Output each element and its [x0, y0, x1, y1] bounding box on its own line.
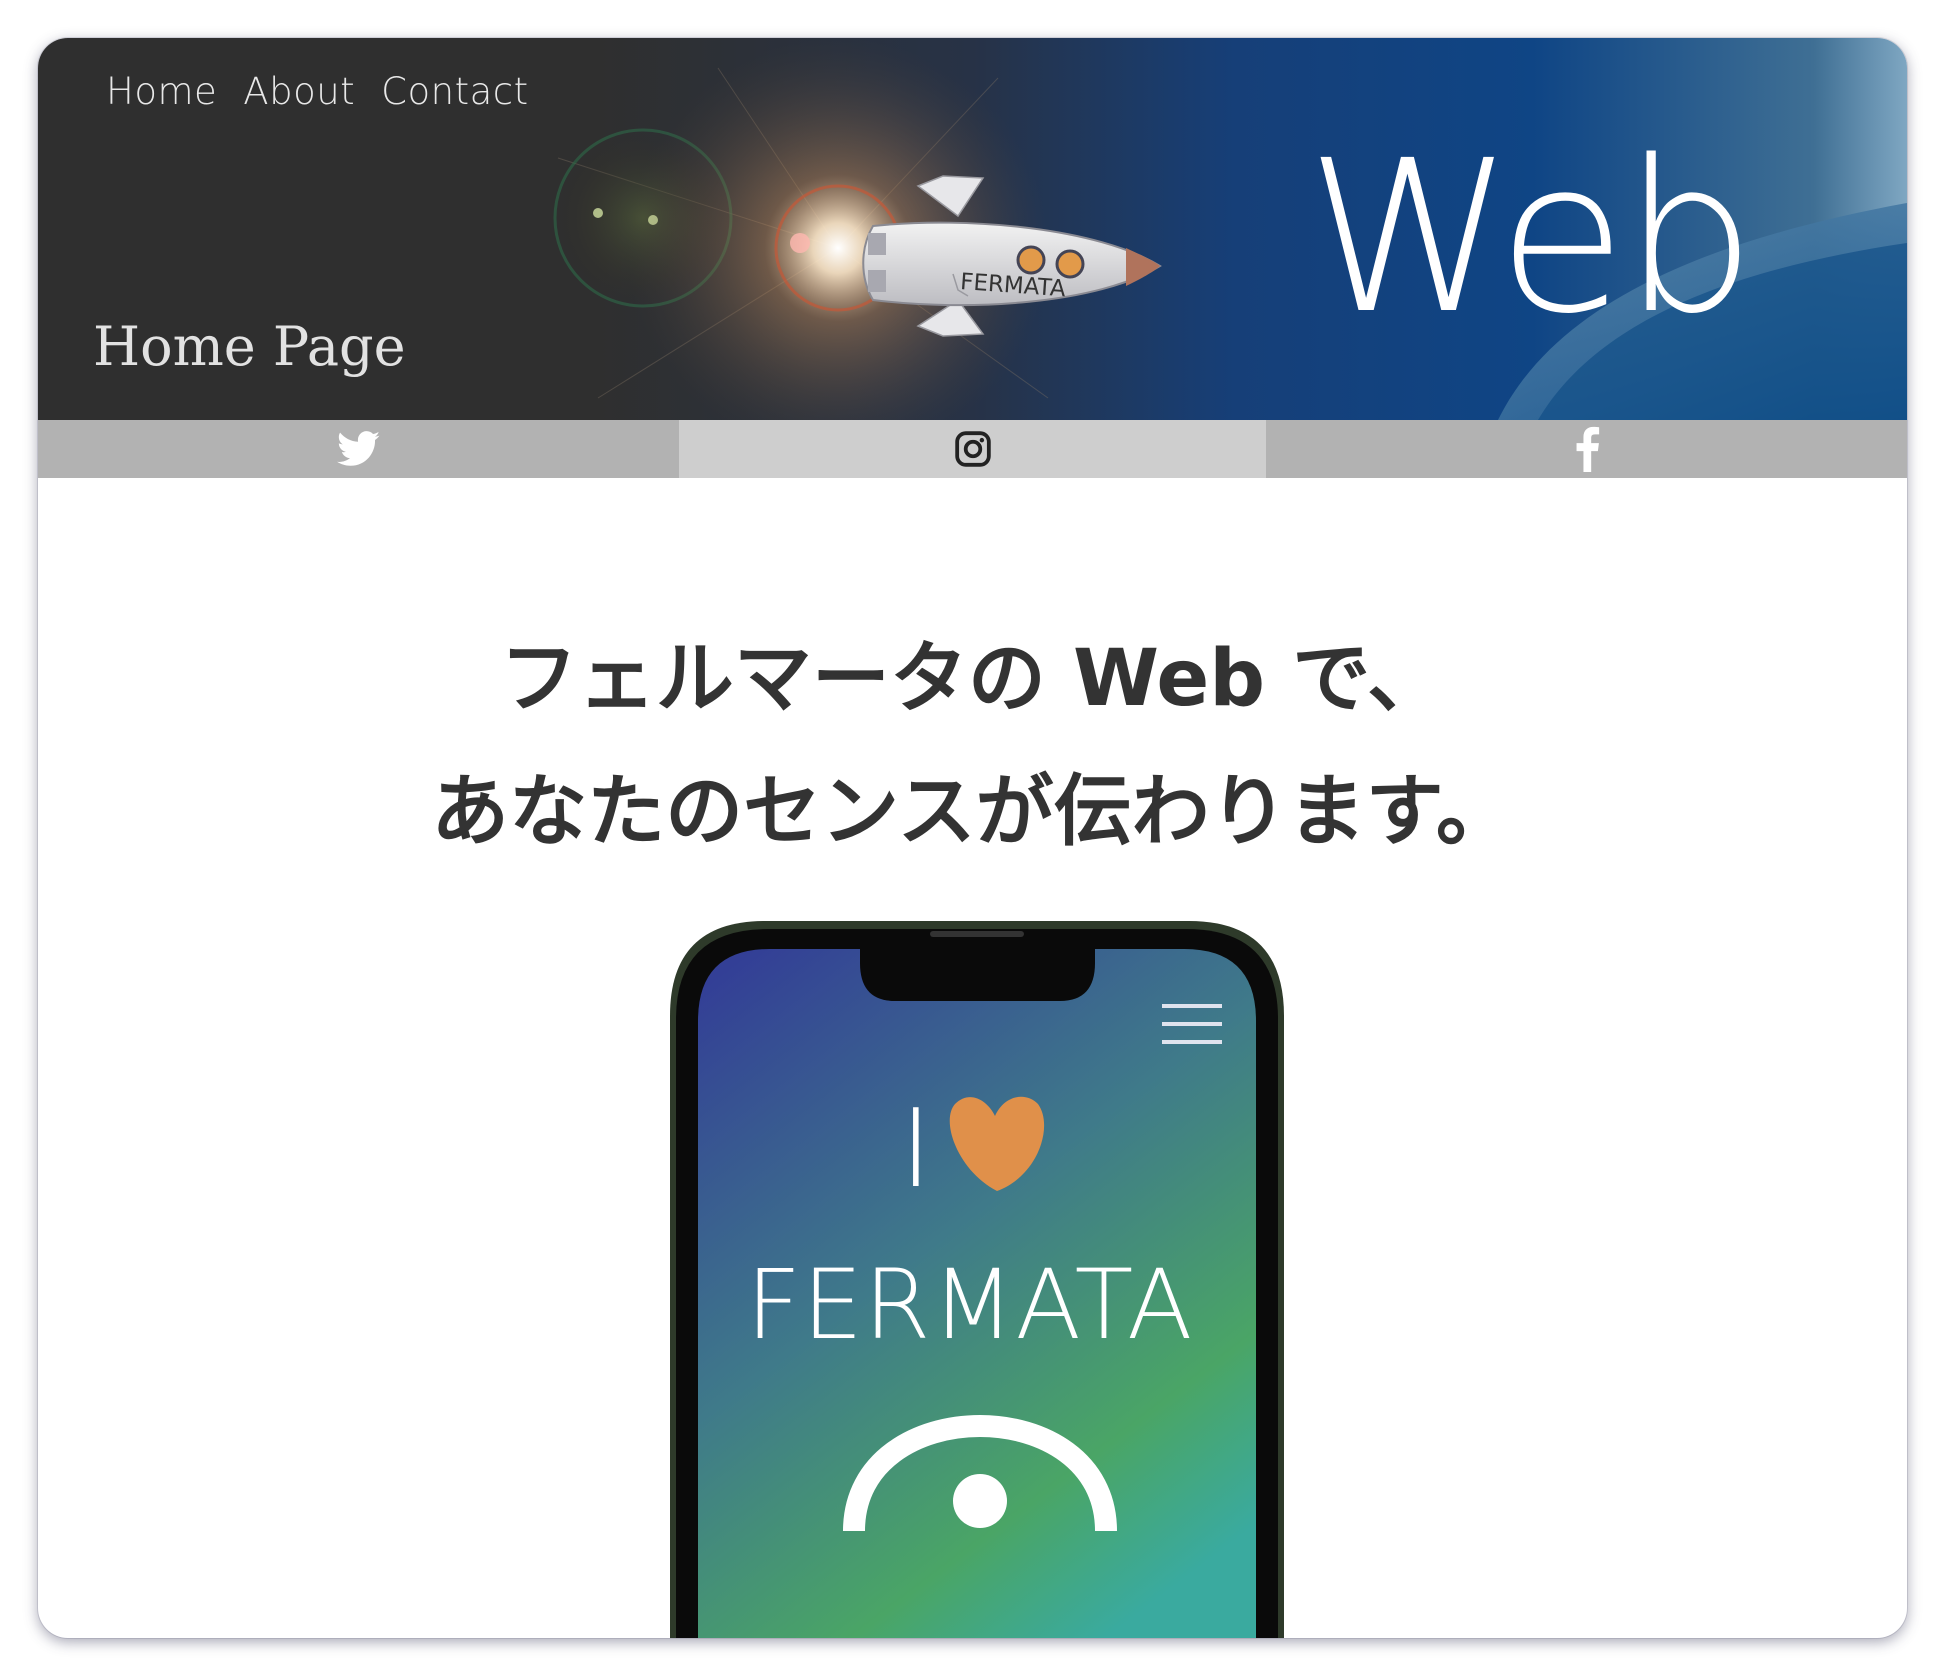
- fermata-dot: [953, 1474, 1007, 1528]
- instagram-link[interactable]: [679, 420, 1266, 478]
- phone-mockup: I FERMATA: [670, 921, 1284, 1638]
- hero-header: FERMATA Home About Contact Home Page Web: [38, 38, 1907, 420]
- twitter-icon: [336, 431, 380, 466]
- phone-brand-text: FERMATA: [746, 1249, 1193, 1361]
- nav-about-link[interactable]: About: [243, 70, 355, 113]
- page-title: Home Page: [93, 315, 406, 378]
- facebook-icon: [1576, 426, 1599, 472]
- headline-line-2: あなたのセンスが伝わります。: [431, 767, 1514, 857]
- phone-letter-i: I: [900, 1087, 932, 1212]
- top-nav: Home About Contact: [106, 70, 529, 113]
- instagram-icon: [954, 431, 991, 467]
- headline-line-1: フェルマータの Web で、: [499, 634, 1446, 724]
- twitter-link[interactable]: [38, 420, 679, 478]
- main-headline: フェルマータの Web で、 あなたのセンスが伝わります。: [38, 613, 1907, 879]
- hero-brand-text: Web: [1306, 115, 1756, 360]
- facebook-link[interactable]: [1266, 420, 1907, 478]
- browser-window: FERMATA Home About Contact Home Page Web: [38, 38, 1907, 1638]
- social-bar: [38, 420, 1907, 478]
- nav-contact-link[interactable]: Contact: [381, 70, 528, 113]
- nav-home-link[interactable]: Home: [106, 70, 217, 113]
